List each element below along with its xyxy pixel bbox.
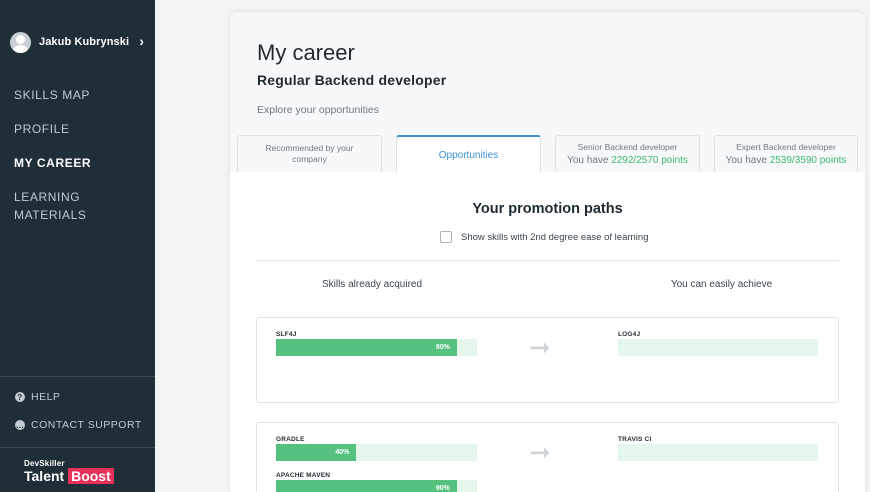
skill-percent: 40% [335, 449, 350, 456]
promotion-paths-title: Your promotion paths [472, 201, 623, 217]
skill-progress-bar: 90% [276, 480, 477, 492]
contact-support-label: CONTACT SUPPORT [31, 419, 142, 431]
brand-boost: Boost [68, 468, 114, 484]
skill-progress-bar: 90% [276, 339, 477, 356]
user-menu[interactable]: Jakub Kubrynski › [10, 30, 150, 54]
tab-expert-title: Expert Backend developer [736, 142, 836, 152]
chevron-right-icon[interactable]: › [139, 34, 144, 48]
skill-progress-fill: 90% [276, 339, 457, 356]
tab-opportunities[interactable]: Opportunities [396, 135, 541, 173]
skill-name: GRADLE [276, 436, 305, 443]
arrow-right-icon: ➞ [529, 332, 551, 362]
sidebar-divider [0, 376, 155, 377]
brand-name: Talent Boost [24, 468, 114, 484]
help-label: HELP [31, 391, 61, 403]
chat-icon: … [15, 420, 25, 430]
skill-percent: 90% [435, 344, 450, 351]
current-role: Regular Backend developer [257, 72, 447, 88]
nav-profile[interactable]: PROFILE [14, 120, 70, 138]
tab-opportunities-label: Opportunities [438, 149, 499, 161]
tab-recommended[interactable]: Recommended by your company [237, 135, 382, 172]
skill-progress-bar: 40% [276, 444, 477, 461]
tab-senior-points: 2292/2570 points [611, 155, 688, 166]
avatar [10, 31, 31, 53]
explore-text: Explore your opportunities [257, 104, 379, 116]
target-skill-bar [618, 444, 818, 461]
tab-senior-prefix: You have [567, 155, 609, 166]
column-header-acquired: Skills already acquired [321, 279, 423, 290]
tab-expert-prefix: You have [725, 155, 767, 166]
sidebar: Jakub Kubrynski › SKILLS MAP PROFILE MY … [0, 0, 155, 492]
sidebar-divider [0, 447, 155, 448]
contact-support-link[interactable]: … CONTACT SUPPORT [15, 419, 142, 431]
nav-skills-map[interactable]: SKILLS MAP [14, 86, 90, 104]
second-degree-toggle[interactable]: Show skills with 2nd degree ease of lear… [440, 231, 648, 243]
help-icon: ? [15, 392, 25, 402]
promotion-path-card: SLF4J 90% ➞ LOG4J [256, 317, 839, 403]
page-title: My career [257, 40, 355, 65]
nav-learning-materials[interactable]: LEARNING MATERIALS [14, 188, 94, 224]
divider [256, 260, 839, 261]
skill-percent: 90% [435, 485, 450, 492]
checkbox-label: Show skills with 2nd degree ease of lear… [461, 231, 649, 243]
user-name: Jakub Kubrynski [39, 36, 130, 48]
nav-my-career[interactable]: MY CAREER [14, 154, 91, 172]
skill-progress-fill: 40% [276, 444, 357, 461]
skill-name: APACHE MAVEN [276, 472, 331, 479]
skill-progress-fill: 90% [276, 480, 457, 492]
tab-recommended-label: Recommended by your company [265, 143, 354, 164]
arrow-right-icon: ➞ [529, 437, 551, 467]
tab-expert-points-line: You have 2539/3590 points [726, 155, 847, 166]
promotion-path-card: GRADLE 40% APACHE MAVEN 90% ➞ TRAVIS CI [256, 422, 839, 492]
tab-senior-backend[interactable]: Senior Backend developer You have 2292/2… [555, 135, 700, 172]
target-skill-name: LOG4J [618, 331, 641, 338]
target-skill-name: TRAVIS CI [618, 436, 652, 443]
tab-senior-points-line: You have 2292/2570 points [567, 155, 688, 166]
column-header-achieve: You can easily achieve [670, 279, 773, 290]
target-skill-bar [618, 339, 818, 356]
checkbox[interactable] [440, 231, 452, 243]
tab-senior-title: Senior Backend developer [577, 142, 678, 152]
help-link[interactable]: ? HELP [15, 391, 60, 403]
tab-expert-backend[interactable]: Expert Backend developer You have 2539/3… [714, 135, 858, 172]
brand-small-text: DevSkiller [24, 459, 65, 468]
tab-expert-points: 2539/3590 points [769, 155, 847, 166]
brand-talent: Talent [24, 468, 65, 484]
brand-logo: DevSkiller Talent Boost [24, 459, 114, 484]
career-card: My career Regular Backend developer Expl… [230, 12, 865, 492]
skill-name: SLF4J [276, 331, 297, 338]
